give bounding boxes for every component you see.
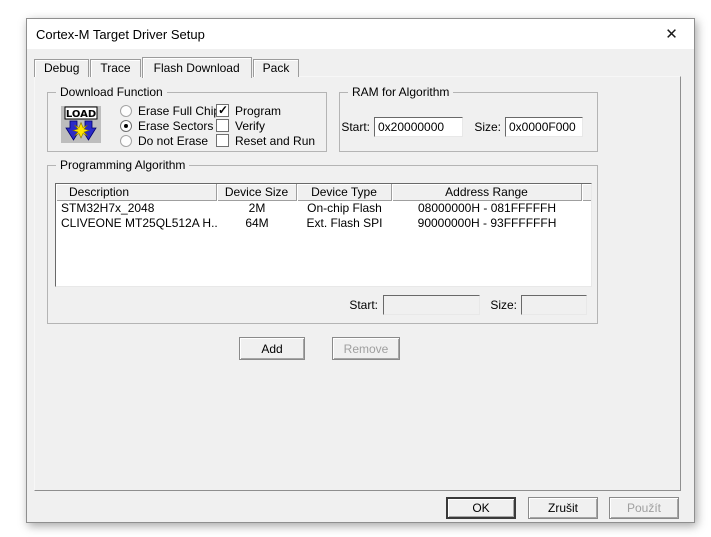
tab-pack[interactable]: Pack <box>252 59 300 77</box>
ram-for-algorithm-group: RAM for Algorithm Start: Size: <box>339 85 598 152</box>
remove-button: Remove <box>332 337 400 360</box>
alg-start-input <box>383 295 480 315</box>
ram-size-input[interactable] <box>505 117 583 137</box>
add-button[interactable]: Add <box>239 337 305 360</box>
cell-device-type: Ext. Flash SPI <box>306 216 383 230</box>
algorithm-table[interactable]: Description Device Size Device Type Addr… <box>55 183 592 287</box>
tab-trace[interactable]: Trace <box>90 59 141 77</box>
radio-icon <box>120 104 132 117</box>
tab-debug[interactable]: Debug <box>34 59 90 77</box>
radio-label: Do not Erase <box>138 133 209 148</box>
svg-text:LOAD: LOAD <box>66 109 96 120</box>
ok-button[interactable]: OK <box>446 497 516 519</box>
cell-device-size: 2M <box>248 201 266 215</box>
ram-for-algorithm-label: RAM for Algorithm <box>348 85 454 99</box>
algorithm-table-header: Description Device Size Device Type Addr… <box>56 184 591 201</box>
alg-size-input <box>521 295 587 315</box>
target-driver-setup-dialog: Cortex-M Target Driver Setup ✕ Debug Tra… <box>26 18 695 523</box>
col-description[interactable]: Description <box>56 184 217 201</box>
cell-address-range: 08000000H - 081FFFFFH <box>417 201 557 215</box>
radio-icon <box>120 134 132 147</box>
close-icon[interactable]: ✕ <box>649 19 694 49</box>
radio-do-not-erase[interactable]: Do not Erase <box>120 133 208 148</box>
window-title: Cortex-M Target Driver Setup <box>36 26 205 42</box>
tabstrip: Debug Trace Flash Download Pack <box>34 56 300 78</box>
cell-description: CLIVEONE MT25QL512A H... <box>61 216 217 230</box>
checkbox-label: Program <box>235 103 282 118</box>
radio-erase-full-chip[interactable]: Erase Full Chip <box>120 103 220 118</box>
table-row[interactable]: STM32H7x_2048 2M On-chip Flash 08000000H… <box>56 201 591 216</box>
cell-description: STM32H7x_2048 <box>61 201 155 215</box>
col-device-type[interactable]: Device Type <box>297 184 392 201</box>
load-icon: LOAD <box>61 106 101 143</box>
download-function-label: Download Function <box>56 85 167 99</box>
checkbox-icon <box>216 134 229 147</box>
cancel-button[interactable]: Zrušit <box>528 497 598 519</box>
alg-start-label: Start: <box>349 298 378 312</box>
cell-device-size: 64M <box>245 216 269 230</box>
table-row[interactable]: CLIVEONE MT25QL512A H... 64M Ext. Flash … <box>56 216 591 231</box>
ram-start-input[interactable] <box>374 117 463 137</box>
radio-selected-icon <box>120 119 132 132</box>
ram-size-label: Size: <box>474 120 501 134</box>
tab-flash-download[interactable]: Flash Download <box>141 57 252 78</box>
checkbox-program[interactable]: ✓ Program <box>216 103 281 118</box>
checkbox-icon <box>216 119 229 132</box>
col-address-range[interactable]: Address Range <box>392 184 582 201</box>
checkbox-verify[interactable]: Verify <box>216 118 265 133</box>
alg-size-label: Size: <box>490 298 517 312</box>
radio-erase-sectors[interactable]: Erase Sectors <box>120 118 213 133</box>
download-function-group: Download Function LOAD Erase Full Chip E… <box>47 85 327 152</box>
programming-algorithm-label: Programming Algorithm <box>56 158 190 172</box>
col-device-size[interactable]: Device Size <box>217 184 297 201</box>
programming-algorithm-group: Programming Algorithm Description Device… <box>47 158 598 324</box>
checkbox-label: Reset and Run <box>235 133 316 148</box>
cell-address-range: 90000000H - 93FFFFFFH <box>417 216 557 230</box>
checkbox-checked-icon: ✓ <box>216 103 229 117</box>
checkbox-reset-and-run[interactable]: Reset and Run <box>216 133 315 148</box>
titlebar: Cortex-M Target Driver Setup ✕ <box>27 19 694 49</box>
checkbox-label: Verify <box>235 118 266 133</box>
apply-button: Použít <box>609 497 679 519</box>
radio-label: Erase Full Chip <box>138 103 221 118</box>
cell-device-type: On-chip Flash <box>307 201 382 215</box>
ram-start-label: Start: <box>341 120 370 134</box>
radio-label: Erase Sectors <box>138 118 214 133</box>
flash-download-panel: Download Function LOAD Erase Full Chip E… <box>34 76 681 491</box>
col-spacer <box>582 184 591 201</box>
